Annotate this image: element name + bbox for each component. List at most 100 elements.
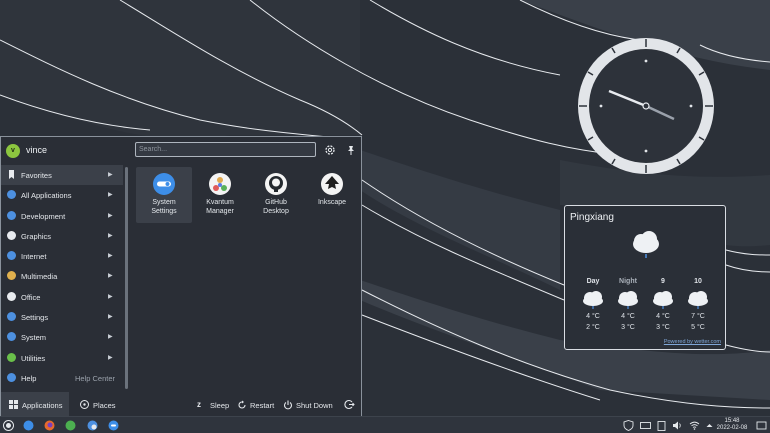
forecast-high: 7 °C: [691, 313, 705, 320]
launcher-footer: Applications Places z Sleep Restart Shut…: [1, 392, 361, 417]
app-label: Inkscape: [317, 199, 347, 206]
bookmark-icon: [9, 170, 14, 179]
app-label: Kvantum: [206, 199, 234, 206]
spotify-icon[interactable]: [65, 420, 76, 431]
app-inkscape[interactable]: Inkscape: [304, 167, 360, 223]
gear-icon[interactable]: [324, 144, 336, 156]
chevron-right-icon: ▶: [108, 334, 113, 341]
forecast-columns: Day 4 °C 2 °C Night 4 °C 3 °C 9 4 °C 3 °…: [565, 276, 727, 336]
launcher-header: v vince Search...: [1, 137, 361, 164]
search-input[interactable]: Search...: [135, 142, 316, 157]
weather-widget: Pingxiang Day 4 °C 2 °C Night 4 °C 3 °C …: [564, 205, 726, 350]
category-list: Favorites ▶ All Applications ▶ Developme…: [1, 165, 123, 388]
forecast-high: 4 °C: [656, 313, 670, 320]
forecast-high: 4 °C: [621, 313, 635, 320]
category-label: Help: [21, 373, 37, 383]
launcher-icon[interactable]: [3, 420, 14, 431]
file-manager-icon[interactable]: [23, 420, 34, 431]
forecast-label: 9: [661, 278, 665, 285]
tab-label: Places: [93, 401, 116, 410]
tab-applications[interactable]: Applications: [1, 392, 69, 417]
leave-icon[interactable]: [344, 399, 355, 410]
shield-icon[interactable]: [623, 420, 634, 431]
category-development[interactable]: Development ▶: [1, 206, 123, 226]
weather-city: Pingxiang: [570, 212, 614, 223]
shutdown-label: Shut Down: [296, 401, 333, 410]
system-settings-icon: [153, 173, 175, 195]
cloud-rain-icon: [583, 291, 603, 309]
firefox-icon[interactable]: [44, 420, 55, 431]
forecast-low: 5 °C: [691, 324, 705, 331]
office-icon: [7, 291, 16, 301]
avatar[interactable]: v: [6, 144, 20, 158]
app-github-desktop[interactable]: GitHub Desktop: [248, 167, 304, 223]
category-favorites[interactable]: Favorites ▶: [1, 165, 123, 186]
category-label: Internet: [21, 252, 47, 262]
app-label: Desktop: [263, 208, 289, 215]
app-system-settings[interactable]: System Settings: [136, 167, 192, 223]
category-system[interactable]: System ▶: [1, 327, 123, 347]
sleep-label: Sleep: [210, 401, 230, 410]
app-label: GitHub: [265, 199, 287, 206]
category-internet[interactable]: Internet ▶: [1, 246, 123, 266]
category-scrollbar[interactable]: [125, 167, 128, 389]
chevron-right-icon: ▶: [108, 253, 113, 260]
graphics-icon: [7, 230, 16, 240]
discover-icon[interactable]: [108, 420, 119, 431]
category-help[interactable]: Help Help Center: [1, 368, 123, 388]
chevron-right-icon: ▶: [108, 232, 113, 239]
forecast-low: 3 °C: [656, 324, 670, 331]
internet-icon: [7, 251, 16, 261]
pin-icon[interactable]: [345, 144, 357, 156]
show-desktop-icon[interactable]: [756, 420, 767, 431]
category-multimedia[interactable]: Multimedia ▶: [1, 266, 123, 286]
power-icon: [283, 400, 293, 410]
chevron-right-icon: ▶: [108, 293, 113, 300]
tab-label: Applications: [22, 401, 63, 410]
app-kvantum-manager[interactable]: Kvantum Manager: [192, 167, 248, 223]
weather-powered-link[interactable]: Powered by wetter.com: [664, 339, 721, 345]
restart-label: Restart: [250, 401, 275, 410]
category-all-applications[interactable]: All Applications ▶: [1, 185, 123, 205]
category-label: All Applications: [21, 191, 72, 201]
settings-app-icon[interactable]: [87, 420, 98, 431]
utilities-icon: [7, 352, 16, 362]
github-icon: [265, 173, 287, 195]
cloud-rain-icon: [633, 231, 659, 258]
category-label: Graphics: [21, 231, 52, 241]
category-label: Development: [21, 211, 66, 221]
app-label: Manager: [206, 208, 234, 215]
app-label: Settings: [151, 208, 177, 215]
tab-places[interactable]: Places: [72, 392, 128, 417]
category-utilities[interactable]: Utilities ▶: [1, 348, 123, 368]
cloud-rain-icon: [688, 291, 708, 309]
restart-icon: [238, 400, 246, 409]
clipboard-icon[interactable]: [656, 420, 667, 431]
forecast-day: Day 4 °C 2 °C: [576, 276, 610, 333]
keyboard-icon[interactable]: [640, 420, 651, 431]
inkscape-icon: [321, 173, 343, 195]
category-office[interactable]: Office ▶: [1, 287, 123, 307]
application-launcher: v vince Search... Favorites ▶ All Applic…: [0, 136, 362, 417]
chevron-right-icon: ▶: [108, 354, 113, 361]
category-graphics[interactable]: Graphics ▶: [1, 226, 123, 246]
forecast-label: 10: [694, 278, 702, 285]
development-icon: [7, 210, 16, 220]
wifi-icon[interactable]: [689, 420, 700, 431]
taskbar: 15:48 2022-02-08: [0, 416, 770, 433]
compass-icon: [80, 400, 89, 409]
volume-icon[interactable]: [672, 420, 683, 431]
taskbar-clock[interactable]: 15:48 2022-02-08: [712, 418, 752, 431]
cloud-rain-icon: [653, 291, 673, 309]
category-settings[interactable]: Settings ▶: [1, 307, 123, 327]
help-icon: [7, 372, 16, 382]
category-label: System: [21, 333, 47, 343]
grid-icon: [9, 400, 18, 409]
forecast-9: 9 4 °C 3 °C: [646, 276, 680, 333]
chevron-right-icon: ▶: [108, 273, 113, 280]
kvantum-icon: [209, 173, 231, 195]
chevron-right-icon: ▶: [108, 212, 113, 219]
chevron-right-icon: ▶: [108, 172, 113, 178]
forecast-night: Night 4 °C 3 °C: [611, 276, 645, 333]
settings-icon: [7, 312, 16, 322]
